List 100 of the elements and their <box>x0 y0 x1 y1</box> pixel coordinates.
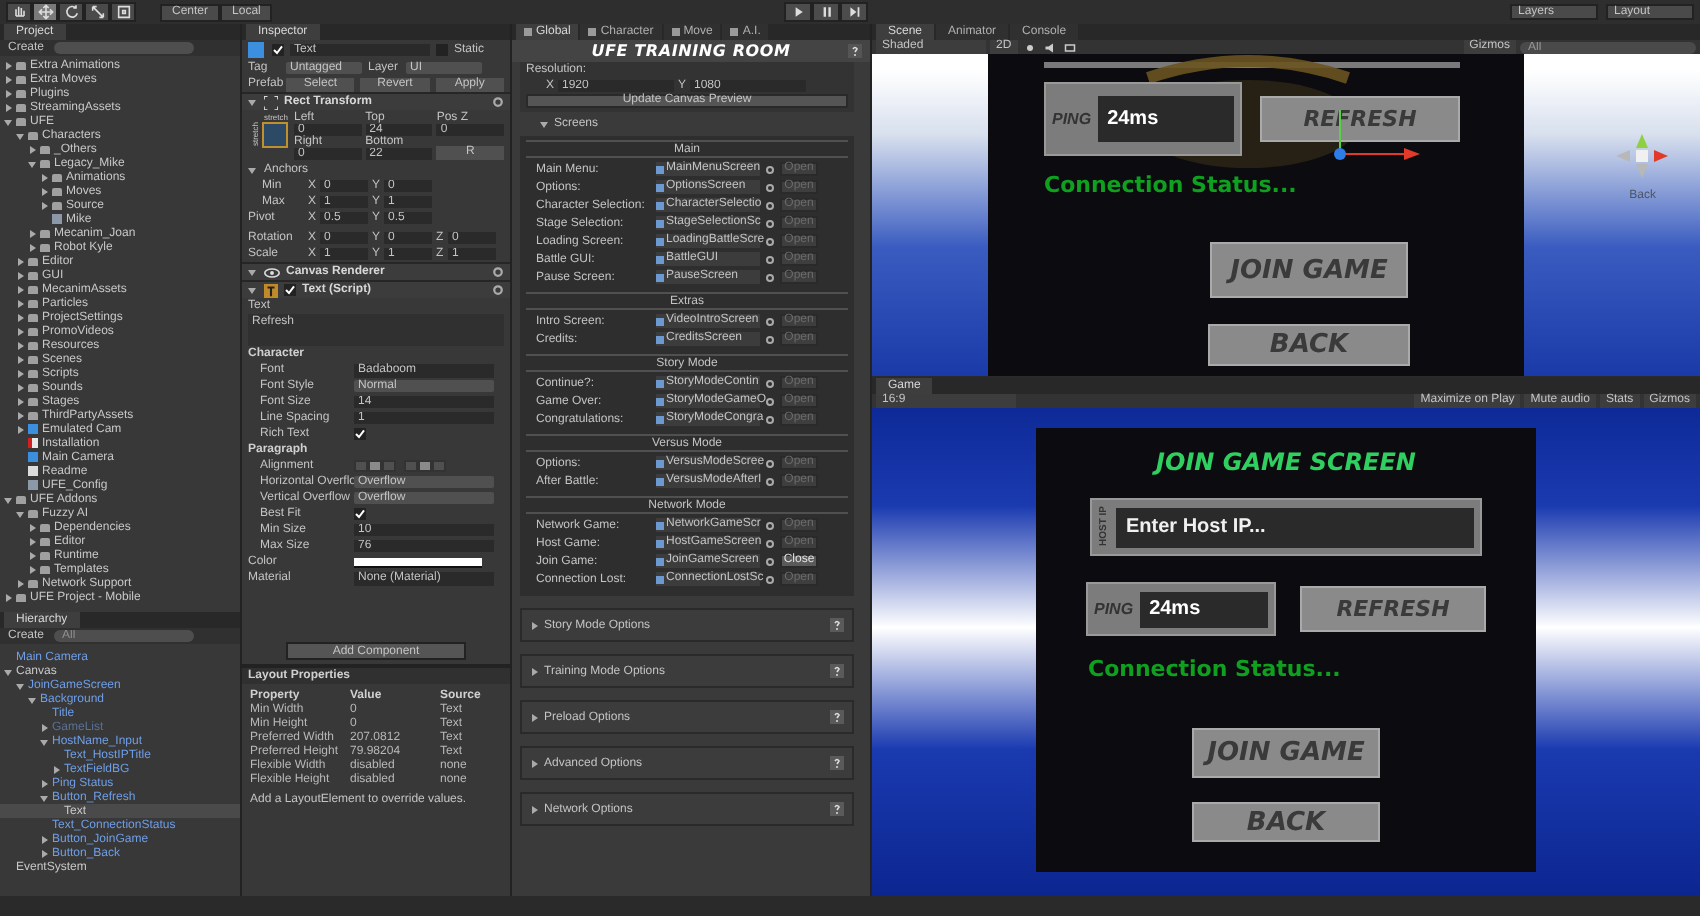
hand-icon[interactable] <box>6 2 32 22</box>
search-field[interactable] <box>54 42 195 54</box>
target-icon[interactable] <box>766 335 774 343</box>
expand-arrow-icon[interactable] <box>40 779 48 787</box>
target-icon[interactable] <box>766 575 774 583</box>
expand-arrow-icon[interactable] <box>4 117 12 125</box>
expand-arrow-icon[interactable] <box>52 765 60 773</box>
target-icon[interactable] <box>766 183 774 191</box>
expand-arrow-icon[interactable] <box>28 523 36 531</box>
expand-arrow-icon[interactable] <box>16 411 24 419</box>
anchor-preset-icon[interactable] <box>262 122 288 148</box>
expand-arrow-icon[interactable] <box>40 793 48 801</box>
expand-arrow-icon[interactable] <box>16 131 24 139</box>
sun-icon[interactable] <box>1023 41 1036 53</box>
align-button[interactable] <box>368 460 382 472</box>
expand-arrow-icon[interactable] <box>28 551 36 559</box>
expand-arrow-icon[interactable] <box>28 565 36 573</box>
help-icon[interactable] <box>848 44 862 58</box>
checkbox[interactable] <box>272 44 284 56</box>
target-icon[interactable] <box>766 237 774 245</box>
expand-arrow-icon[interactable] <box>28 145 36 153</box>
play-icon[interactable] <box>784 2 813 22</box>
help-icon[interactable] <box>830 802 844 816</box>
rect-tool-icon[interactable] <box>110 2 136 22</box>
scale-icon[interactable] <box>84 2 110 22</box>
expand-arrow-icon[interactable] <box>248 268 256 276</box>
expand-arrow-icon[interactable] <box>40 173 48 181</box>
step-icon[interactable] <box>840 2 869 22</box>
expand-arrow-icon[interactable] <box>16 397 24 405</box>
target-icon[interactable] <box>766 459 774 467</box>
expand-arrow-icon[interactable] <box>28 695 36 703</box>
expand-arrow-icon[interactable] <box>16 341 24 349</box>
target-icon[interactable] <box>766 165 774 173</box>
color-swatch[interactable] <box>354 557 482 567</box>
rotate-icon[interactable] <box>58 2 84 22</box>
target-icon[interactable] <box>766 379 774 387</box>
target-icon[interactable] <box>766 255 774 263</box>
expand-arrow-icon[interactable] <box>28 537 36 545</box>
checkbox[interactable] <box>354 428 366 440</box>
expand-arrow-icon[interactable] <box>28 159 36 167</box>
checkbox[interactable] <box>284 284 296 296</box>
expand-arrow-icon[interactable] <box>4 667 12 675</box>
move-icon[interactable] <box>32 2 58 22</box>
expand-arrow-icon[interactable] <box>530 805 538 813</box>
help-icon[interactable] <box>830 756 844 770</box>
target-icon[interactable] <box>766 557 774 565</box>
expand-arrow-icon[interactable] <box>530 667 538 675</box>
expand-arrow-icon[interactable] <box>248 98 256 106</box>
help-icon[interactable] <box>830 664 844 678</box>
expand-arrow-icon[interactable] <box>4 75 12 83</box>
expand-arrow-icon[interactable] <box>40 723 48 731</box>
image-icon[interactable] <box>1063 41 1076 53</box>
help-icon[interactable] <box>830 710 844 724</box>
target-icon[interactable] <box>766 477 774 485</box>
expand-arrow-icon[interactable] <box>16 355 24 363</box>
expand-arrow-icon[interactable] <box>40 187 48 195</box>
expand-arrow-icon[interactable] <box>4 593 12 601</box>
target-icon[interactable] <box>766 219 774 227</box>
target-icon[interactable] <box>766 273 774 281</box>
expand-arrow-icon[interactable] <box>530 621 538 629</box>
expand-arrow-icon[interactable] <box>40 835 48 843</box>
expand-arrow-icon[interactable] <box>16 383 24 391</box>
expand-arrow-icon[interactable] <box>16 425 24 433</box>
expand-arrow-icon[interactable] <box>248 286 256 294</box>
expand-arrow-icon[interactable] <box>16 313 24 321</box>
target-icon[interactable] <box>766 201 774 209</box>
expand-arrow-icon[interactable] <box>16 271 24 279</box>
axis-gizmo-icon[interactable] <box>1612 130 1672 182</box>
expand-arrow-icon[interactable] <box>16 509 24 517</box>
align-button[interactable] <box>418 460 432 472</box>
expand-arrow-icon[interactable] <box>4 495 12 503</box>
expand-arrow-icon[interactable] <box>16 257 24 265</box>
help-icon[interactable] <box>830 618 844 632</box>
expand-arrow-icon[interactable] <box>28 243 36 251</box>
expand-arrow-icon[interactable] <box>16 299 24 307</box>
target-icon[interactable] <box>766 397 774 405</box>
expand-arrow-icon[interactable] <box>530 713 538 721</box>
expand-arrow-icon[interactable] <box>530 759 538 767</box>
expand-arrow-icon[interactable] <box>16 285 24 293</box>
settings-icon[interactable] <box>492 96 504 108</box>
expand-arrow-icon[interactable] <box>4 61 12 69</box>
expand-arrow-icon[interactable] <box>28 229 36 237</box>
target-icon[interactable] <box>766 521 774 529</box>
expand-arrow-icon[interactable] <box>248 166 256 174</box>
expand-arrow-icon[interactable] <box>4 103 12 111</box>
expand-arrow-icon[interactable] <box>16 579 24 587</box>
expand-arrow-icon[interactable] <box>16 369 24 377</box>
pause-icon[interactable] <box>812 2 841 22</box>
expand-arrow-icon[interactable] <box>40 849 48 857</box>
expand-arrow-icon[interactable] <box>40 737 48 745</box>
expand-arrow-icon[interactable] <box>540 120 548 128</box>
target-icon[interactable] <box>766 317 774 325</box>
expand-arrow-icon[interactable] <box>40 201 48 209</box>
host-ip-field[interactable]: Enter Host IP... <box>1116 507 1474 547</box>
target-icon[interactable] <box>766 415 774 423</box>
expand-arrow-icon[interactable] <box>16 327 24 335</box>
expand-arrow-icon[interactable] <box>16 681 24 689</box>
expand-arrow-icon[interactable] <box>4 89 12 97</box>
checkbox[interactable] <box>354 508 366 520</box>
target-icon[interactable] <box>766 539 774 547</box>
